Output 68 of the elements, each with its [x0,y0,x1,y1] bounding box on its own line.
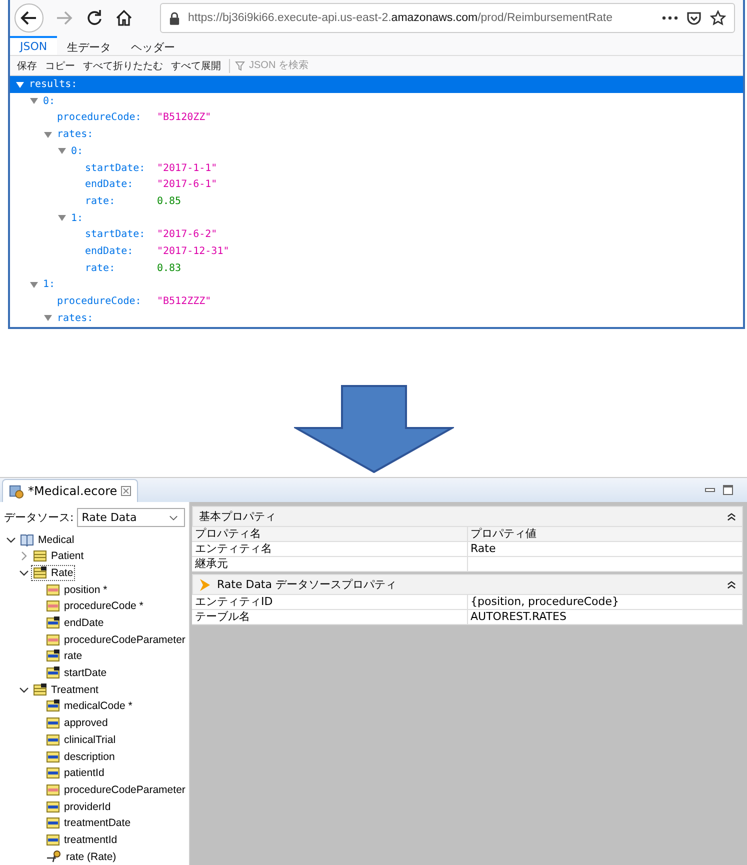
editor-tab[interactable]: *Medical.ecore [2,479,138,502]
url-field[interactable]: https://bj36i9ki66.execute-api.us-east-2.amazonaws.com/prod/ReimbursementRate [160,3,735,34]
json-key: rates: [57,129,94,140]
json-value: "2017-6-1" [157,179,218,190]
tree-item[interactable]: description [64,750,115,763]
section-title: 基本プロパティ [199,509,276,524]
tree-item[interactable]: treatmentDate [64,817,131,830]
property-name: エンティティID [192,595,468,610]
tree-item[interactable]: startDate [64,667,107,680]
toolbar-button[interactable]: コピー [42,58,78,73]
section-title: Rate Data データソースプロパティ [217,577,396,592]
toolbar-button[interactable]: すべて折りたたむ [80,58,166,73]
json-key: startDate: [85,162,157,174]
tree-item[interactable]: endDate [64,617,104,630]
section-header[interactable]: Rate Data データソースプロパティ [192,574,743,596]
json-value: "2017-6-2" [157,229,218,240]
tree-item[interactable]: providerId [64,800,111,813]
column-header: プロパティ値 [468,527,743,542]
json-key: procedureCode: [57,296,157,308]
tree-item[interactable]: Patient [51,550,84,562]
json-key: 0: [71,146,84,157]
json-value: "B5120ZZ" [157,112,212,124]
json-key: rate: [85,196,157,207]
editor-tab-title: *Medical.ecore [28,484,118,498]
section-header[interactable]: 基本プロパティ [192,506,743,528]
property-value: {position, procedureCode} [468,595,743,610]
viewer-tab[interactable]: 生データ [57,36,122,56]
json-key: rates: [57,312,94,324]
json-value: 0.85 [157,196,182,207]
column-header: プロパティ名 [192,527,468,542]
toolbar-button[interactable]: すべて展開 [168,58,224,73]
json-key: procedureCode: [57,112,157,124]
datasource-dropdown[interactable]: Rate Data [76,508,185,528]
json-value: "2017-1-1" [157,162,218,174]
json-value: "B512ZZZ" [157,296,212,308]
tree-item[interactable]: treatmentId [64,834,118,846]
tree-item[interactable]: clinicalTrial [64,734,116,746]
json-key: 0: [43,96,56,107]
json-key: results: [29,79,78,90]
tree-item[interactable]: approved [64,717,108,730]
property-name: テーブル名 [192,610,468,624]
property-value: Rate [468,542,743,556]
property-name: エンティティ名 [192,542,468,556]
property-value: AUTOREST.RATES [468,610,743,624]
filter-field[interactable]: JSON を検索 [247,60,371,72]
json-key: endDate: [85,246,157,257]
viewer-tab[interactable]: ヘッダー [121,36,186,56]
tree-item[interactable]: medicalCode * [64,700,132,712]
json-key: rate: [85,262,157,274]
tree-item[interactable]: rate [64,650,82,662]
json-key: endDate: [85,179,157,190]
json-value: 0.83 [157,262,182,274]
tree-item[interactable]: rate (Rate) [66,850,116,863]
tree-item[interactable]: Treatment [51,684,98,696]
json-value: "2017-12-31" [157,246,230,257]
tree-item[interactable]: procedureCodeParameter [64,634,186,646]
json-key: 1: [43,279,56,290]
property-name: 継承元 [192,557,468,572]
datasource-label: データソース: [4,510,74,526]
tree-item[interactable]: procedureCodeParameter [64,784,186,796]
tree-item[interactable]: patientId [64,767,104,780]
json-key: 1: [71,212,84,224]
tree-item[interactable]: Medical [38,534,74,546]
json-key: startDate: [85,229,157,240]
tree-item[interactable]: position * [64,584,108,596]
viewer-tab[interactable]: JSON [10,36,58,56]
toolbar-button[interactable]: 保存 [14,58,40,73]
tree-item[interactable]: procedureCode * [64,600,144,612]
